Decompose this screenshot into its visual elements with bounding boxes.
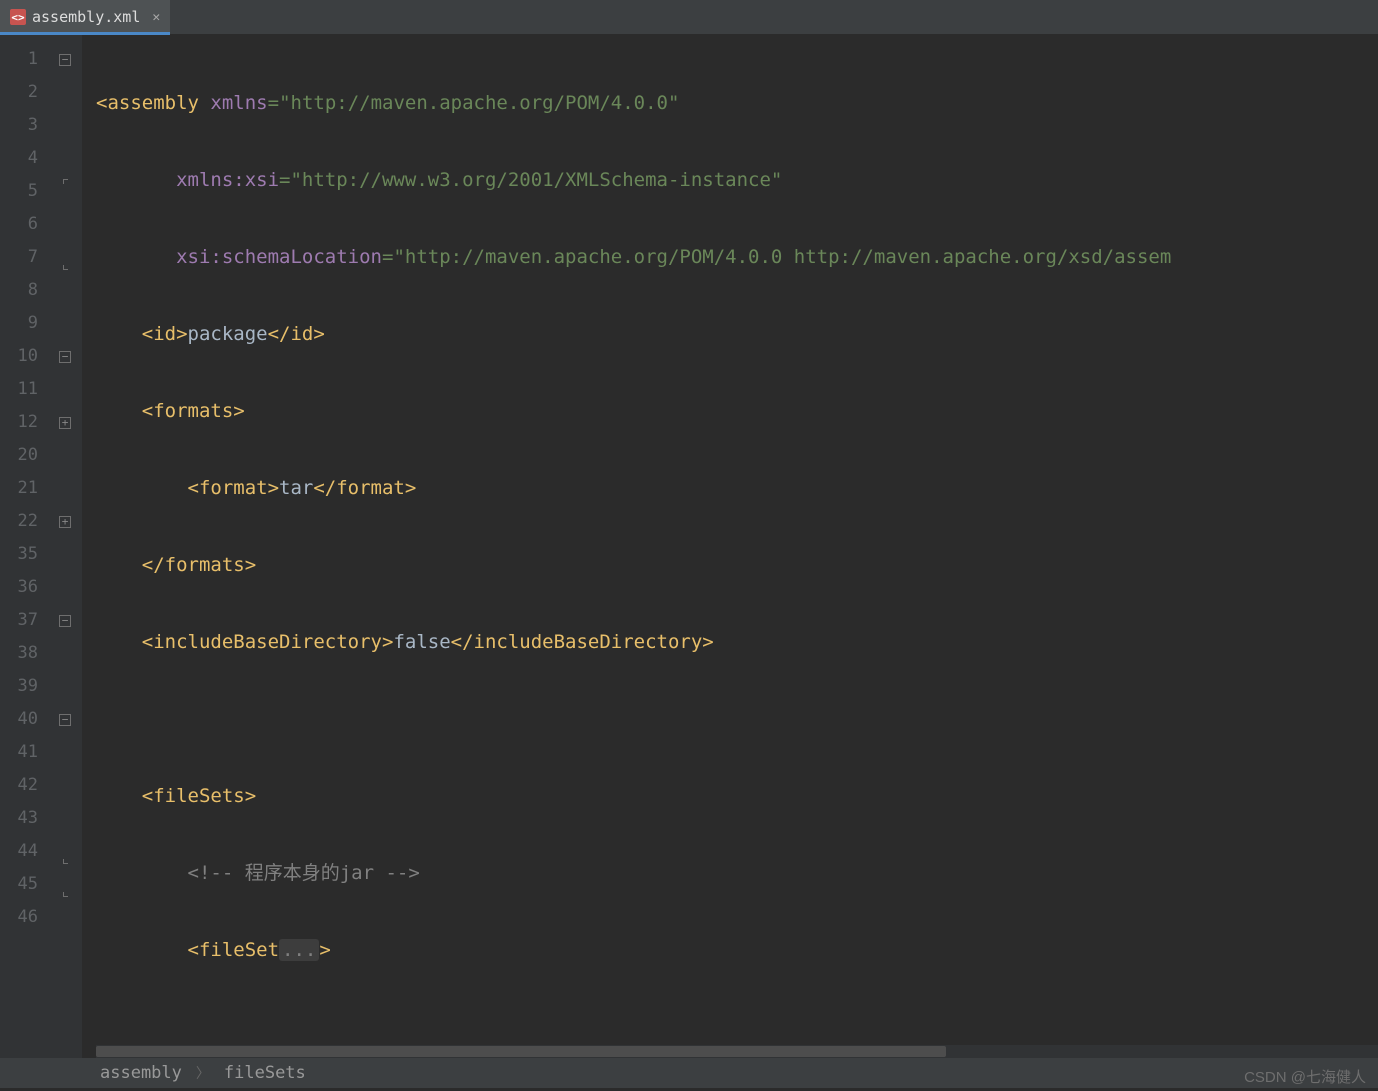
fold-guide [48, 208, 82, 241]
fold-guide [48, 307, 82, 340]
fold-guide [48, 538, 82, 571]
line-number[interactable]: 46 [0, 901, 48, 934]
line-number[interactable]: 6 [0, 208, 48, 241]
fold-collapse-icon[interactable]: − [48, 604, 82, 637]
fold-guide [48, 769, 82, 802]
tab-bar: <> assembly.xml ✕ [0, 0, 1378, 35]
line-number[interactable]: 4 [0, 142, 48, 175]
close-icon[interactable]: ✕ [152, 10, 160, 25]
scrollbar-thumb[interactable] [96, 1046, 946, 1057]
breadcrumb-item[interactable]: fileSets [224, 1063, 306, 1083]
fold-guide [48, 274, 82, 307]
fold-guide [48, 142, 82, 175]
line-number[interactable]: 10 [0, 340, 48, 373]
xml-file-icon: <> [10, 9, 26, 25]
breadcrumb-item[interactable]: assembly [100, 1063, 182, 1083]
horizontal-scrollbar[interactable] [96, 1045, 1378, 1058]
fold-region-start-icon[interactable] [48, 175, 82, 208]
line-number[interactable]: 36 [0, 571, 48, 604]
fold-guide [48, 670, 82, 703]
line-number[interactable]: 41 [0, 736, 48, 769]
code-area[interactable]: <assembly xmlns="http://maven.apache.org… [82, 35, 1378, 1058]
chevron-right-icon: 〉 [196, 1063, 210, 1083]
line-number[interactable]: 35 [0, 538, 48, 571]
line-number[interactable]: 22 [0, 505, 48, 538]
line-number[interactable]: 42 [0, 769, 48, 802]
fold-guide [48, 373, 82, 406]
line-number[interactable]: 9 [0, 307, 48, 340]
line-number[interactable]: 3 [0, 109, 48, 142]
line-number[interactable]: 21 [0, 472, 48, 505]
fold-collapse-icon[interactable]: − [48, 340, 82, 373]
line-number[interactable]: 7 [0, 241, 48, 274]
fold-region-end-icon[interactable] [48, 868, 82, 901]
watermark: CSDN @七海健人 [1244, 1066, 1366, 1087]
fold-collapse-icon[interactable]: − [48, 43, 82, 76]
line-number[interactable]: 44 [0, 835, 48, 868]
line-number[interactable]: 8 [0, 274, 48, 307]
fold-expand-icon[interactable]: + [48, 406, 82, 439]
fold-guide [48, 802, 82, 835]
line-number[interactable]: 5 [0, 175, 48, 208]
line-number[interactable]: 45 [0, 868, 48, 901]
fold-region-end-icon[interactable] [48, 241, 82, 274]
fold-guide [48, 571, 82, 604]
line-number[interactable]: 20 [0, 439, 48, 472]
fold-collapse-icon[interactable]: − [48, 703, 82, 736]
line-number[interactable]: 12 [0, 406, 48, 439]
line-number[interactable]: 40 [0, 703, 48, 736]
tab-filename: assembly.xml [32, 8, 140, 26]
fold-guide [48, 472, 82, 505]
line-number[interactable]: 37 [0, 604, 48, 637]
line-number[interactable]: 11 [0, 373, 48, 406]
editor-area: 1234567891011122021223536373839404142434… [0, 35, 1378, 1058]
line-number[interactable]: 2 [0, 76, 48, 109]
fold-expand-icon[interactable]: + [48, 505, 82, 538]
line-number[interactable]: 1 [0, 43, 48, 76]
fold-guide [48, 736, 82, 769]
line-number[interactable]: 43 [0, 802, 48, 835]
fold-guide [48, 109, 82, 142]
fold-region-end-icon[interactable] [48, 835, 82, 868]
fold-guide [48, 439, 82, 472]
fold-guide [48, 76, 82, 109]
fold-column[interactable]: − − + + − − [48, 35, 82, 1058]
file-tab-assembly[interactable]: <> assembly.xml ✕ [0, 0, 170, 34]
fold-placeholder[interactable]: ... [279, 939, 319, 961]
line-number[interactable]: 39 [0, 670, 48, 703]
fold-guide [48, 901, 82, 934]
fold-guide [48, 637, 82, 670]
breadcrumb: assembly 〉 fileSets [0, 1058, 1378, 1088]
line-number-gutter[interactable]: 1234567891011122021223536373839404142434… [0, 35, 48, 1058]
line-number[interactable]: 38 [0, 637, 48, 670]
